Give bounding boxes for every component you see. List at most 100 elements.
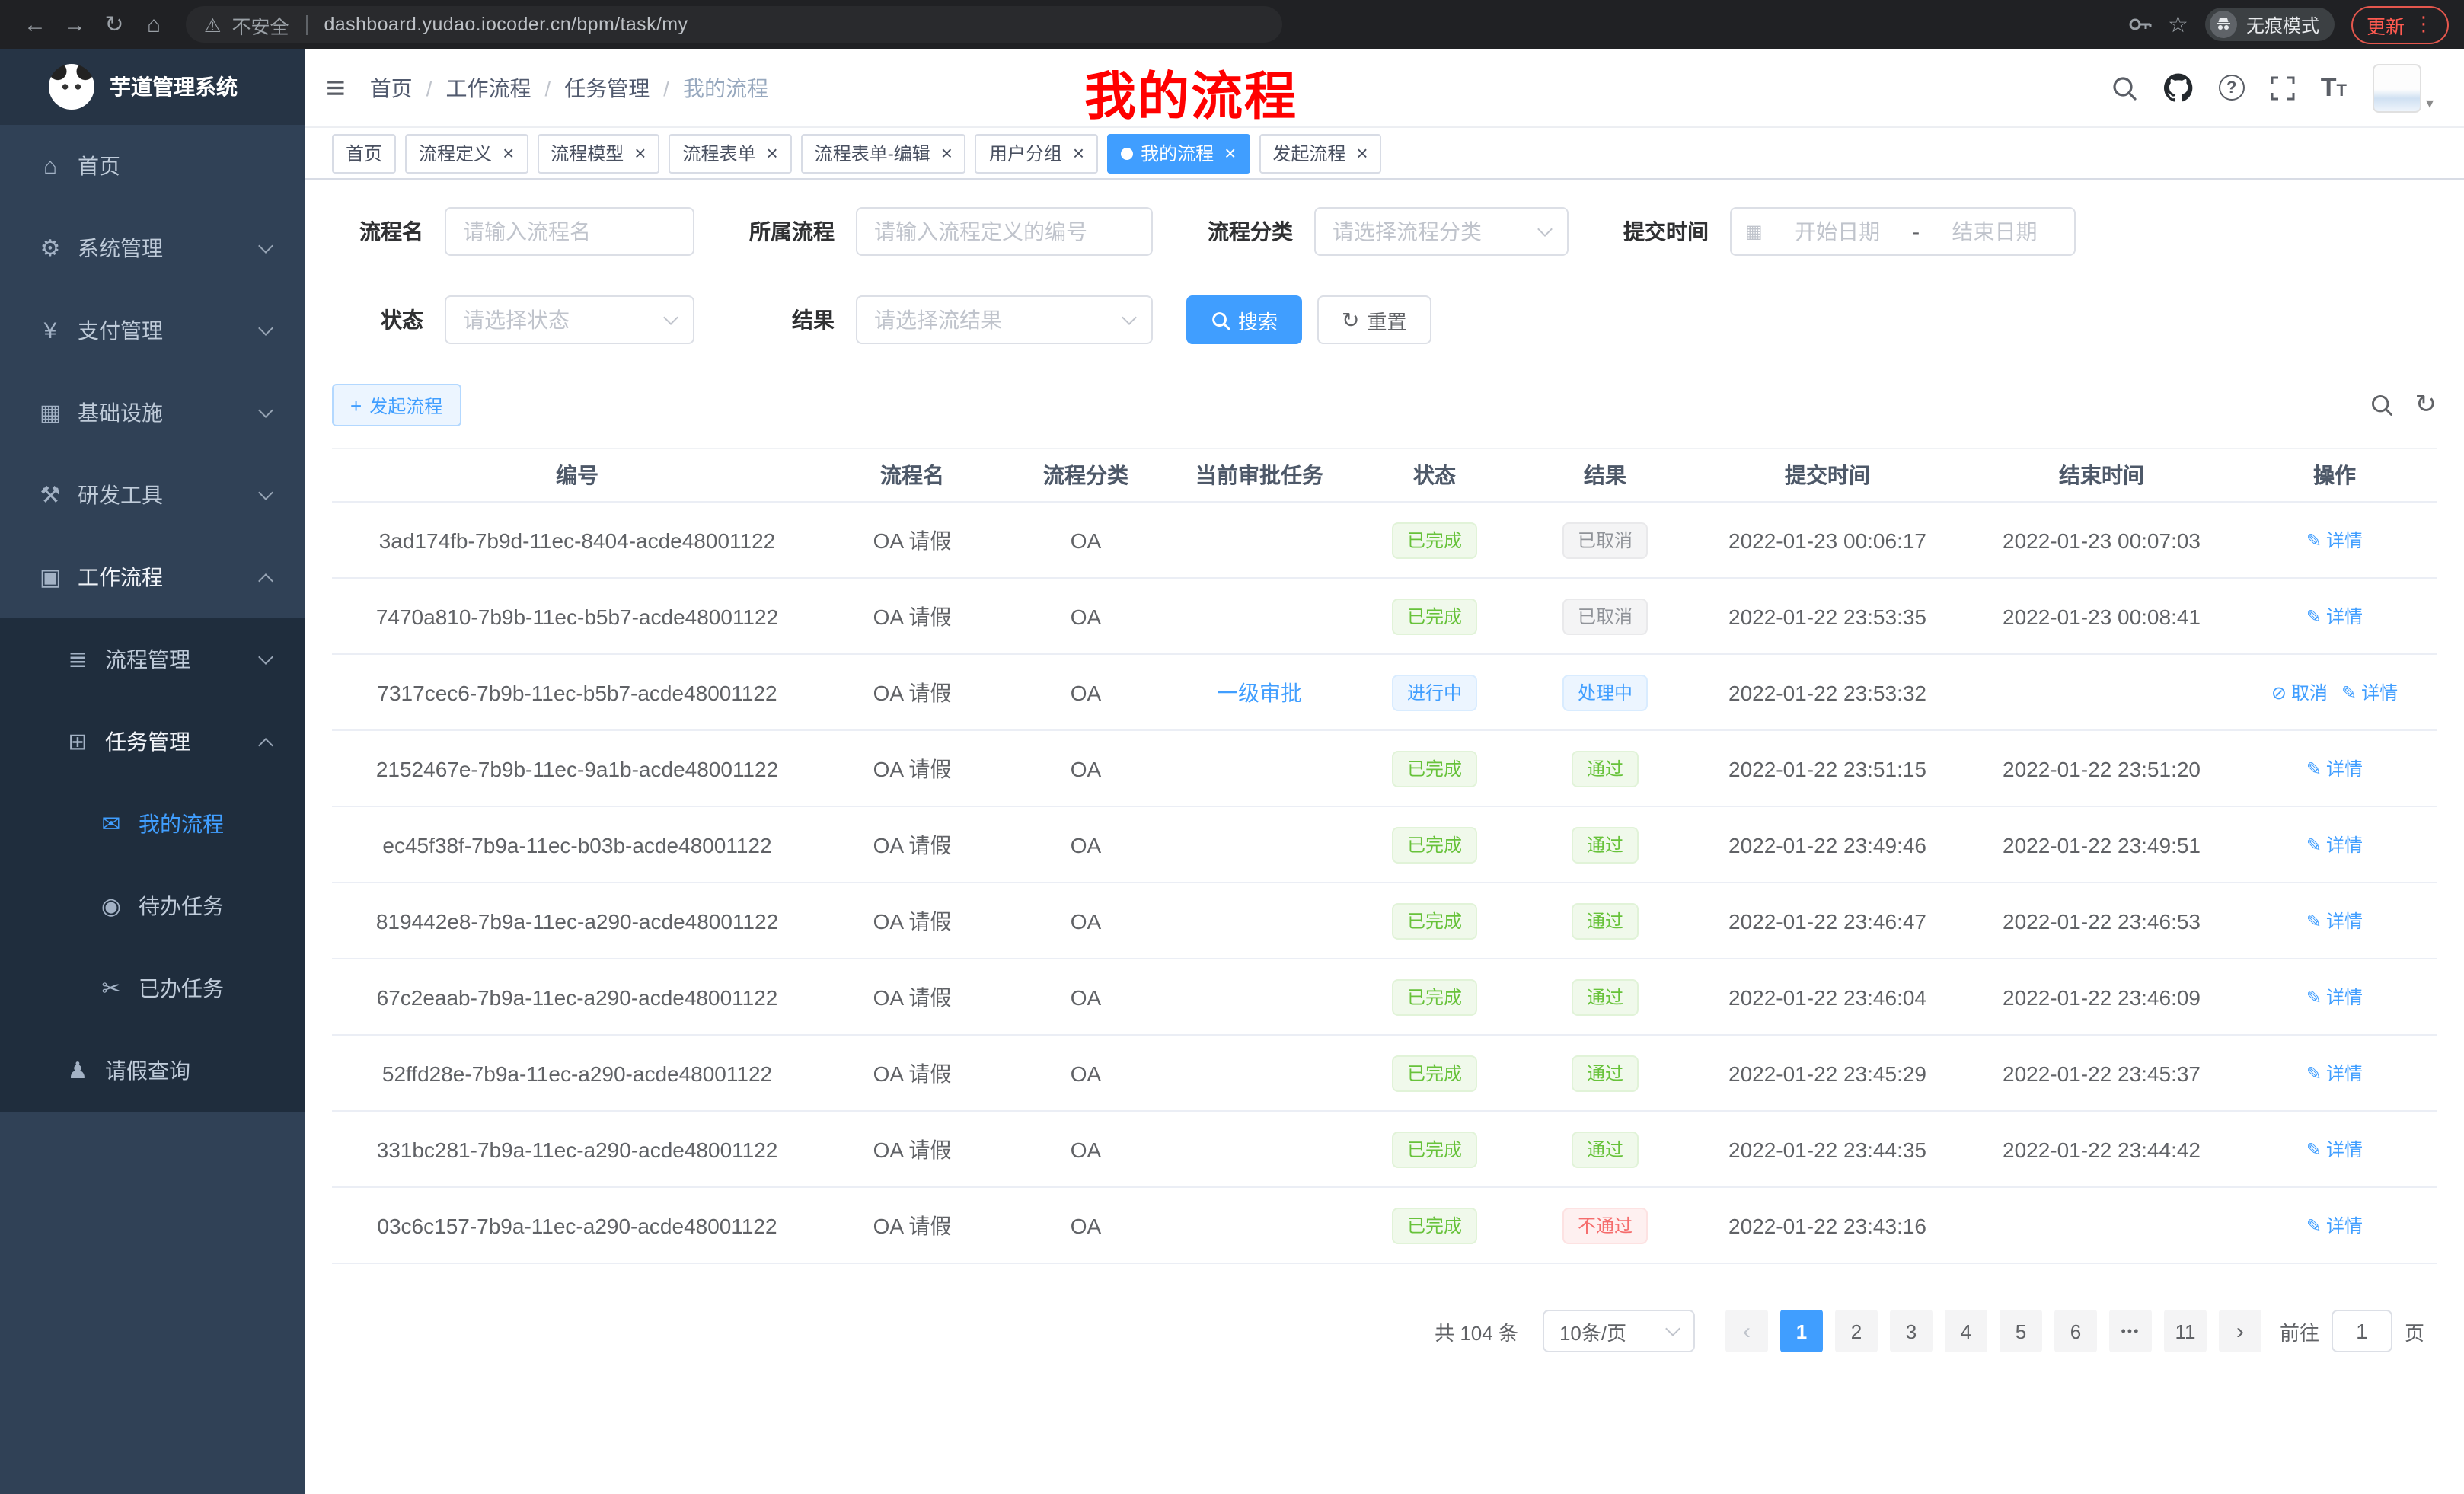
table-row[interactable]: 52ffd28e-7b9a-11ec-a290-acde48001122 OA …: [332, 1036, 2437, 1112]
sidebar-item-process-mgmt[interactable]: ≣ 流程管理: [0, 618, 305, 701]
tab-process-definition[interactable]: 流程定义 ×: [405, 133, 528, 173]
hamburger-icon[interactable]: ≡: [326, 71, 346, 104]
detail-link[interactable]: ✎ 详情: [2306, 1060, 2363, 1086]
help-icon[interactable]: ?: [2219, 75, 2245, 101]
sidebar-item-done-tasks[interactable]: ✂ 已办任务: [0, 947, 305, 1030]
reset-button[interactable]: ↻ 重置: [1317, 295, 1431, 344]
category-select[interactable]: 请选择流程分类: [1314, 207, 1569, 256]
app-logo[interactable]: 芋道管理系统: [0, 49, 305, 125]
breadcrumb-item[interactable]: 工作流程: [413, 72, 531, 103]
github-icon[interactable]: [2164, 73, 2193, 102]
forward-icon[interactable]: →: [55, 11, 94, 37]
user-menu[interactable]: ▾: [2373, 63, 2434, 112]
sidebar-item-task-mgmt[interactable]: ⊞ 任务管理: [0, 701, 305, 783]
result-select[interactable]: 请选择流结果: [856, 295, 1153, 344]
close-icon[interactable]: ×: [941, 143, 953, 163]
status-label: 状态: [332, 305, 423, 335]
create-process-button[interactable]: + 发起流程: [332, 384, 461, 426]
detail-link[interactable]: ✎ 详情: [2306, 984, 2363, 1010]
search-button[interactable]: 搜索: [1186, 295, 1302, 344]
table-row[interactable]: 331bc281-7b9a-11ec-a290-acde48001122 OA …: [332, 1112, 2437, 1188]
reload-icon[interactable]: ↻: [94, 11, 134, 38]
page-button[interactable]: 6: [2054, 1310, 2097, 1352]
page-button[interactable]: 5: [2000, 1310, 2042, 1352]
tab-user-group[interactable]: 用户分组 ×: [975, 133, 1098, 173]
browser-menu-icon[interactable]: ⋮: [2414, 12, 2434, 37]
cell-submit-time: 2022-01-22 23:46:47: [1690, 908, 1964, 933]
fullscreen-icon[interactable]: [2271, 75, 2295, 100]
bookmark-star-icon[interactable]: ☆: [2168, 11, 2188, 38]
cell-id: 03c6c157-7b9a-11ec-a290-acde48001122: [332, 1213, 822, 1237]
cancel-link[interactable]: ⊘ 取消: [2271, 679, 2328, 705]
page-button[interactable]: 2: [1835, 1310, 1878, 1352]
close-icon[interactable]: ×: [1224, 143, 1236, 163]
process-name-input[interactable]: 请输入流程名: [445, 207, 694, 256]
table-row[interactable]: 7317cec6-7b9b-11ec-b5b7-acde48001122 OA …: [332, 655, 2437, 731]
sidebar-item-leave-query[interactable]: ♟ 请假查询: [0, 1030, 305, 1112]
detail-link[interactable]: ✎ 详情: [2306, 908, 2363, 934]
sidebar-item-system[interactable]: ⚙ 系统管理: [0, 207, 305, 289]
current-task-link[interactable]: 一级审批: [1217, 677, 1302, 707]
breadcrumb-item[interactable]: 首页: [370, 72, 413, 103]
key-icon[interactable]: [2127, 12, 2151, 37]
tab-process-model[interactable]: 流程模型 ×: [537, 133, 659, 173]
table-row[interactable]: 7470a810-7b9b-11ec-b5b7-acde48001122 OA …: [332, 579, 2437, 655]
tab-process-form-edit[interactable]: 流程表单-编辑 ×: [801, 133, 966, 173]
tab-start-process[interactable]: 发起流程 ×: [1259, 133, 1381, 173]
avatar[interactable]: [2373, 63, 2421, 112]
table-row[interactable]: 03c6c157-7b9a-11ec-a290-acde48001122 OA …: [332, 1188, 2437, 1264]
font-size-icon[interactable]: TT: [2321, 75, 2347, 101]
sidebar-item-workflow[interactable]: ▣ 工作流程: [0, 536, 305, 618]
sidebar-item-infrastructure[interactable]: ▦ 基础设施: [0, 372, 305, 454]
next-page-button[interactable]: ›: [2219, 1310, 2261, 1352]
table-row[interactable]: 2152467e-7b9b-11ec-9a1b-acde48001122 OA …: [332, 731, 2437, 807]
detail-link[interactable]: ✎ 详情: [2306, 832, 2363, 857]
detail-link[interactable]: ✎ 详情: [2306, 1136, 2363, 1162]
breadcrumb-item[interactable]: 任务管理: [531, 72, 650, 103]
sidebar-item-home[interactable]: ⌂ 首页: [0, 125, 305, 207]
cell-end-time: 2022-01-23 00:08:41: [1964, 604, 2239, 628]
prev-page-button[interactable]: ‹: [1725, 1310, 1768, 1352]
payment-icon: ¥: [37, 318, 64, 343]
my-process-icon: ✉: [97, 810, 125, 838]
close-icon[interactable]: ×: [767, 143, 778, 163]
sidebar-item-my-process[interactable]: ✉ 我的流程: [0, 783, 305, 865]
close-icon[interactable]: ×: [503, 143, 514, 163]
page-button[interactable]: 1: [1780, 1310, 1823, 1352]
page-button[interactable]: •••: [2109, 1310, 2152, 1352]
page-size-select[interactable]: 10条/页: [1543, 1310, 1695, 1352]
tab-my-process[interactable]: 我的流程 ×: [1107, 133, 1250, 173]
goto-page-input[interactable]: 1: [2332, 1310, 2392, 1352]
sidebar-item-devtools[interactable]: ⚒ 研发工具: [0, 454, 305, 536]
breadcrumb-item[interactable]: 我的流程: [650, 72, 768, 103]
table-row[interactable]: 67c2eaab-7b9a-11ec-a290-acde48001122 OA …: [332, 959, 2437, 1036]
detail-link[interactable]: ✎ 详情: [2306, 755, 2363, 781]
address-bar[interactable]: ⚠ 不安全 dashboard.yudao.iocoder.cn/bpm/tas…: [186, 6, 1282, 43]
page-button[interactable]: 4: [1945, 1310, 1987, 1352]
back-icon[interactable]: ←: [15, 11, 55, 37]
table-row[interactable]: ec45f38f-7b9a-11ec-b03b-acde48001122 OA …: [332, 807, 2437, 883]
close-icon[interactable]: ×: [1356, 143, 1368, 163]
search-icon[interactable]: [2111, 74, 2138, 101]
process-definition-input[interactable]: 请输入流程定义的编号: [856, 207, 1153, 256]
page-button[interactable]: 11: [2164, 1310, 2207, 1352]
detail-link[interactable]: ✎ 详情: [2341, 679, 2398, 705]
table-search-button[interactable]: [2370, 393, 2394, 417]
table-row[interactable]: 3ad174fb-7b9d-11ec-8404-acde48001122 OA …: [332, 503, 2437, 579]
tab-home[interactable]: 首页: [332, 133, 396, 173]
close-icon[interactable]: ×: [1073, 143, 1084, 163]
sidebar-item-todo-tasks[interactable]: ◉ 待办任务: [0, 865, 305, 947]
home-icon[interactable]: ⌂: [134, 11, 174, 37]
table-row[interactable]: 819442e8-7b9a-11ec-a290-acde48001122 OA …: [332, 883, 2437, 959]
detail-link[interactable]: ✎ 详情: [2306, 603, 2363, 629]
close-icon[interactable]: ×: [634, 143, 646, 163]
sidebar-item-payment[interactable]: ¥ 支付管理: [0, 289, 305, 372]
update-button[interactable]: 更新 ⋮: [2351, 5, 2449, 43]
tab-process-form[interactable]: 流程表单 ×: [669, 133, 791, 173]
detail-link[interactable]: ✎ 详情: [2306, 527, 2363, 553]
detail-link[interactable]: ✎ 详情: [2306, 1212, 2363, 1238]
page-button[interactable]: 3: [1890, 1310, 1933, 1352]
submit-time-range[interactable]: ▦ 开始日期 - 结束日期: [1730, 207, 2076, 256]
status-select[interactable]: 请选择状态: [445, 295, 694, 344]
table-refresh-button[interactable]: ↻: [2415, 390, 2437, 420]
